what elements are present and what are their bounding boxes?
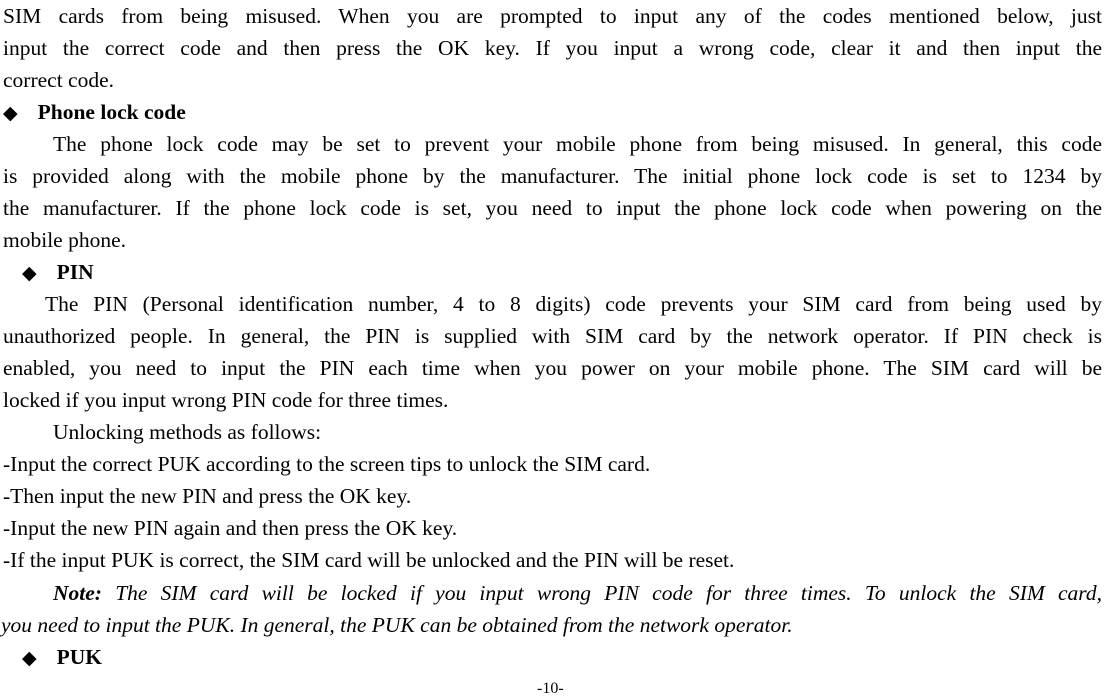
section-heading-puk: ◆ PUK (22, 641, 1104, 673)
note-line-2: you need to input the PUK. In general, t… (1, 613, 793, 637)
section-heading-phone-lock: ◆ Phone lock code (3, 96, 1102, 128)
heading-text: Phone lock code (37, 100, 186, 124)
diamond-bullet-icon: ◆ (3, 103, 18, 124)
intro-line-2: input the correct code and then press th… (3, 36, 1102, 60)
section-heading-pin: ◆ PIN (22, 256, 1104, 288)
pin-line-1: The PIN (Personal identification number,… (45, 292, 1102, 316)
unlock-step-1: -Input the correct PUK according to the … (3, 452, 651, 476)
phone-lock-line-4: mobile phone. (3, 228, 127, 252)
note-line-1: Note: The SIM card will be locked if you… (53, 577, 1102, 609)
heading-text: PIN (56, 260, 94, 284)
unlock-step-2: -Then input the new PIN and press the OK… (3, 484, 412, 508)
note-text: The SIM card will be locked if you input… (101, 581, 1102, 605)
unlock-step-4: -If the input PUK is correct, the SIM ca… (3, 548, 735, 572)
page-number: -10- (537, 680, 564, 697)
diamond-bullet-icon: ◆ (22, 648, 37, 669)
pin-line-3: enabled, you need to input the PIN each … (3, 356, 1102, 380)
note-label: Note: (53, 581, 102, 605)
diamond-bullet-icon: ◆ (22, 263, 37, 284)
unlock-step-3: -Input the new PIN again and then press … (3, 516, 458, 540)
pin-line-4: locked if you input wrong PIN code for t… (3, 388, 449, 412)
heading-text: PUK (56, 645, 103, 669)
phone-lock-line-2: is provided along with the mobile phone … (3, 164, 1102, 188)
pin-line-2: unauthorized people. In general, the PIN… (3, 324, 1102, 348)
phone-lock-line-3: the manufacturer. If the phone lock code… (3, 196, 1102, 220)
phone-lock-line-1: The phone lock code may be set to preven… (53, 132, 1102, 156)
intro-line-1: SIM cards from being misused. When you a… (3, 4, 1102, 28)
unlock-intro: Unlocking methods as follows: (53, 420, 322, 444)
intro-line-3: correct code. (3, 68, 115, 92)
